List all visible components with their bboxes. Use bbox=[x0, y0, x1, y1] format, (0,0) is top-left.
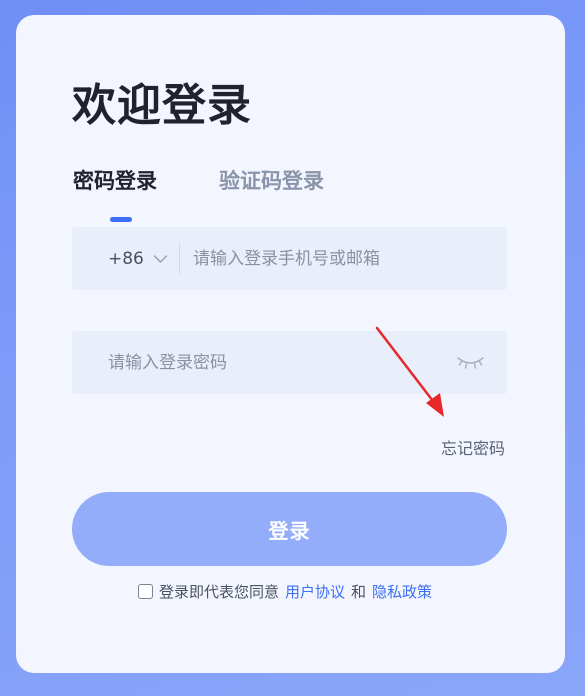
agreement-and: 和 bbox=[351, 583, 367, 601]
field-divider bbox=[179, 243, 180, 274]
tab-password-login[interactable]: 密码登录 bbox=[73, 165, 157, 197]
login-card: 欢迎登录 密码登录 验证码登录 +86 忘记密码 登录 登录即 bbox=[16, 15, 565, 673]
chevron-down-icon bbox=[153, 254, 168, 263]
eye-closed-icon[interactable] bbox=[456, 353, 485, 371]
agreement-row: 登录即代表您同意 用户协议 和 隐私政策 bbox=[138, 581, 432, 602]
phone-email-input[interactable] bbox=[193, 227, 493, 290]
red-arrow-icon bbox=[375, 326, 444, 417]
country-code-select[interactable]: +86 bbox=[108, 227, 168, 290]
agreement-prefix: 登录即代表您同意 bbox=[159, 583, 280, 601]
phone-field: +86 bbox=[72, 227, 507, 290]
terms-link[interactable]: 用户协议 bbox=[285, 581, 345, 602]
country-code-label: +86 bbox=[108, 248, 144, 269]
privacy-link[interactable]: 隐私政策 bbox=[372, 581, 432, 602]
page-title: 欢迎登录 bbox=[72, 80, 252, 131]
tab-code-login[interactable]: 验证码登录 bbox=[219, 165, 324, 197]
forgot-password-link[interactable]: 忘记密码 bbox=[441, 435, 505, 459]
agreement-checkbox[interactable] bbox=[138, 584, 153, 599]
login-tabs: 密码登录 验证码登录 bbox=[73, 165, 513, 225]
active-tab-indicator bbox=[110, 217, 132, 222]
login-button[interactable]: 登录 bbox=[72, 492, 507, 566]
